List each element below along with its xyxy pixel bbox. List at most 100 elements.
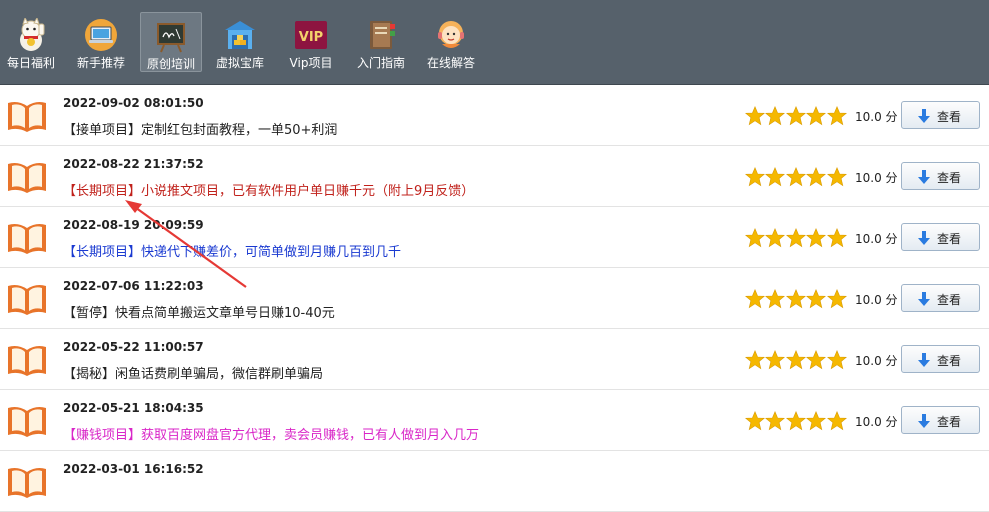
toolbar-label: Vip项目 bbox=[289, 56, 333, 70]
rating-stars bbox=[745, 106, 847, 126]
view-button[interactable]: 查看 bbox=[901, 284, 980, 312]
download-arrow-icon bbox=[918, 231, 930, 245]
item-title-link[interactable]: 【长期项目】小说推文项目，已有软件用户单日赚千元（附上9月反馈） bbox=[63, 180, 474, 199]
toolbar-label: 虚拟宝库 bbox=[215, 56, 264, 70]
list-item: 2022-03-01 16:16:52 bbox=[0, 451, 989, 512]
item-title-link[interactable]: 【暂停】快看点简单搬运文章单号日赚10-40元 bbox=[63, 302, 335, 321]
laptop-icon bbox=[85, 19, 117, 51]
star-icon bbox=[765, 228, 786, 248]
list-item: 2022-05-21 18:04:35 【赚钱项目】获取百度网盘官方代理，卖会员赚… bbox=[0, 390, 989, 451]
download-arrow-icon bbox=[918, 170, 930, 184]
star-icon bbox=[785, 350, 806, 370]
book-icon bbox=[8, 285, 46, 315]
view-button[interactable]: 查看 bbox=[901, 101, 980, 129]
project-list: 2022-09-02 08:01:50 【接单项目】定制红包封面教程，一单50+利… bbox=[0, 85, 989, 512]
list-item: 2022-09-02 08:01:50 【接单项目】定制红包封面教程，一单50+利… bbox=[0, 85, 989, 146]
view-button-label: 查看 bbox=[937, 110, 962, 124]
star-icon bbox=[765, 167, 786, 187]
download-arrow-icon bbox=[918, 292, 930, 306]
view-button[interactable]: 查看 bbox=[901, 162, 980, 190]
star-icon bbox=[806, 167, 827, 187]
rating-stars bbox=[745, 289, 847, 309]
item-date: 2022-07-06 11:22:03 bbox=[63, 279, 204, 293]
star-icon bbox=[826, 228, 847, 248]
view-button-label: 查看 bbox=[937, 293, 962, 307]
star-icon bbox=[765, 106, 786, 126]
toolbar-label: 新手推荐 bbox=[76, 56, 125, 70]
top-toolbar: 每日福利 新手推荐 原创培训 虚拟宝库 VIP Vip项目 入门指南 在线解答 bbox=[0, 0, 989, 85]
view-button-label: 查看 bbox=[937, 171, 962, 185]
toolbar-item-training[interactable]: 原创培训 bbox=[140, 12, 202, 72]
star-icon bbox=[745, 106, 765, 126]
toolbar-item-guide[interactable]: 入门指南 bbox=[351, 12, 411, 72]
star-icon bbox=[785, 167, 806, 187]
star-icon bbox=[826, 289, 847, 309]
star-icon bbox=[745, 289, 765, 309]
star-icon bbox=[806, 350, 827, 370]
vip-badge-icon: VIP bbox=[295, 21, 327, 49]
star-icon bbox=[826, 350, 847, 370]
toolbar-item-online-help[interactable]: 在线解答 bbox=[421, 12, 481, 72]
view-button[interactable]: 查看 bbox=[901, 345, 980, 373]
star-icon bbox=[806, 289, 827, 309]
item-title-link[interactable]: 【长期项目】快递代下赚差价，可简单做到月赚几百到几千 bbox=[63, 241, 401, 260]
svg-text:VIP: VIP bbox=[299, 30, 323, 45]
item-score: 10.0 分 bbox=[855, 171, 898, 185]
book-icon bbox=[8, 163, 46, 193]
star-icon bbox=[826, 411, 847, 431]
rating-stars bbox=[745, 350, 847, 370]
toolbar-label: 每日福利 bbox=[6, 56, 55, 70]
item-date: 2022-08-19 20:09:59 bbox=[63, 218, 204, 232]
view-button[interactable]: 查看 bbox=[901, 223, 980, 251]
view-button[interactable]: 查看 bbox=[901, 406, 980, 434]
star-icon bbox=[765, 411, 786, 431]
toolbar-item-virtual-treasury[interactable]: 虚拟宝库 bbox=[211, 12, 269, 72]
support-agent-icon bbox=[438, 21, 464, 48]
item-score: 10.0 分 bbox=[855, 415, 898, 429]
item-date: 2022-05-22 11:00:57 bbox=[63, 340, 204, 354]
star-icon bbox=[785, 228, 806, 248]
book-stack-icon bbox=[370, 21, 395, 49]
book-icon bbox=[8, 407, 46, 437]
item-score: 10.0 分 bbox=[855, 293, 898, 307]
rating-stars bbox=[745, 167, 847, 187]
rating-stars bbox=[745, 228, 847, 248]
star-icon bbox=[806, 228, 827, 248]
lucky-cat-icon bbox=[20, 18, 45, 51]
star-icon bbox=[806, 411, 827, 431]
star-icon bbox=[745, 228, 765, 248]
star-icon bbox=[745, 167, 765, 187]
toolbar-item-beginner[interactable]: 新手推荐 bbox=[72, 12, 130, 72]
item-title-link[interactable]: 【赚钱项目】获取百度网盘官方代理，卖会员赚钱，已有人做到月入几万 bbox=[63, 424, 479, 443]
treasure-warehouse-icon bbox=[225, 21, 255, 49]
star-icon bbox=[806, 106, 827, 126]
toolbar-label: 在线解答 bbox=[426, 56, 475, 70]
star-icon bbox=[765, 289, 786, 309]
book-icon bbox=[8, 224, 46, 254]
toolbar-item-vip[interactable]: VIP Vip项目 bbox=[282, 12, 340, 72]
item-score: 10.0 分 bbox=[855, 354, 898, 368]
book-icon bbox=[8, 102, 46, 132]
star-icon bbox=[785, 411, 806, 431]
view-button-label: 查看 bbox=[937, 415, 962, 429]
toolbar-label: 入门指南 bbox=[356, 56, 405, 70]
list-item: 2022-08-22 21:37:52 【长期项目】小说推文项目，已有软件用户单日… bbox=[0, 146, 989, 207]
item-score: 10.0 分 bbox=[855, 232, 898, 246]
blackboard-icon bbox=[157, 23, 185, 53]
item-title-link[interactable]: 【揭秘】闲鱼话费刷单骗局，微信群刷单骗局 bbox=[63, 363, 323, 382]
star-icon bbox=[785, 289, 806, 309]
item-title-link[interactable]: 【接单项目】定制红包封面教程，一单50+利润 bbox=[63, 119, 337, 138]
view-button-label: 查看 bbox=[937, 232, 962, 246]
star-icon bbox=[765, 350, 786, 370]
rating-stars bbox=[745, 411, 847, 431]
list-item: 2022-05-22 11:00:57 【揭秘】闲鱼话费刷单骗局，微信群刷单骗局 1… bbox=[0, 329, 989, 390]
item-date: 2022-08-22 21:37:52 bbox=[63, 157, 204, 171]
item-date: 2022-09-02 08:01:50 bbox=[63, 96, 204, 110]
toolbar-label: 原创培训 bbox=[146, 57, 195, 71]
star-icon bbox=[745, 411, 765, 431]
toolbar-item-daily-bonus[interactable]: 每日福利 bbox=[2, 12, 60, 72]
star-icon bbox=[785, 106, 806, 126]
list-item: 2022-08-19 20:09:59 【长期项目】快递代下赚差价，可简单做到月赚… bbox=[0, 207, 989, 268]
item-date: 2022-03-01 16:16:52 bbox=[63, 462, 204, 476]
book-icon bbox=[8, 346, 46, 376]
